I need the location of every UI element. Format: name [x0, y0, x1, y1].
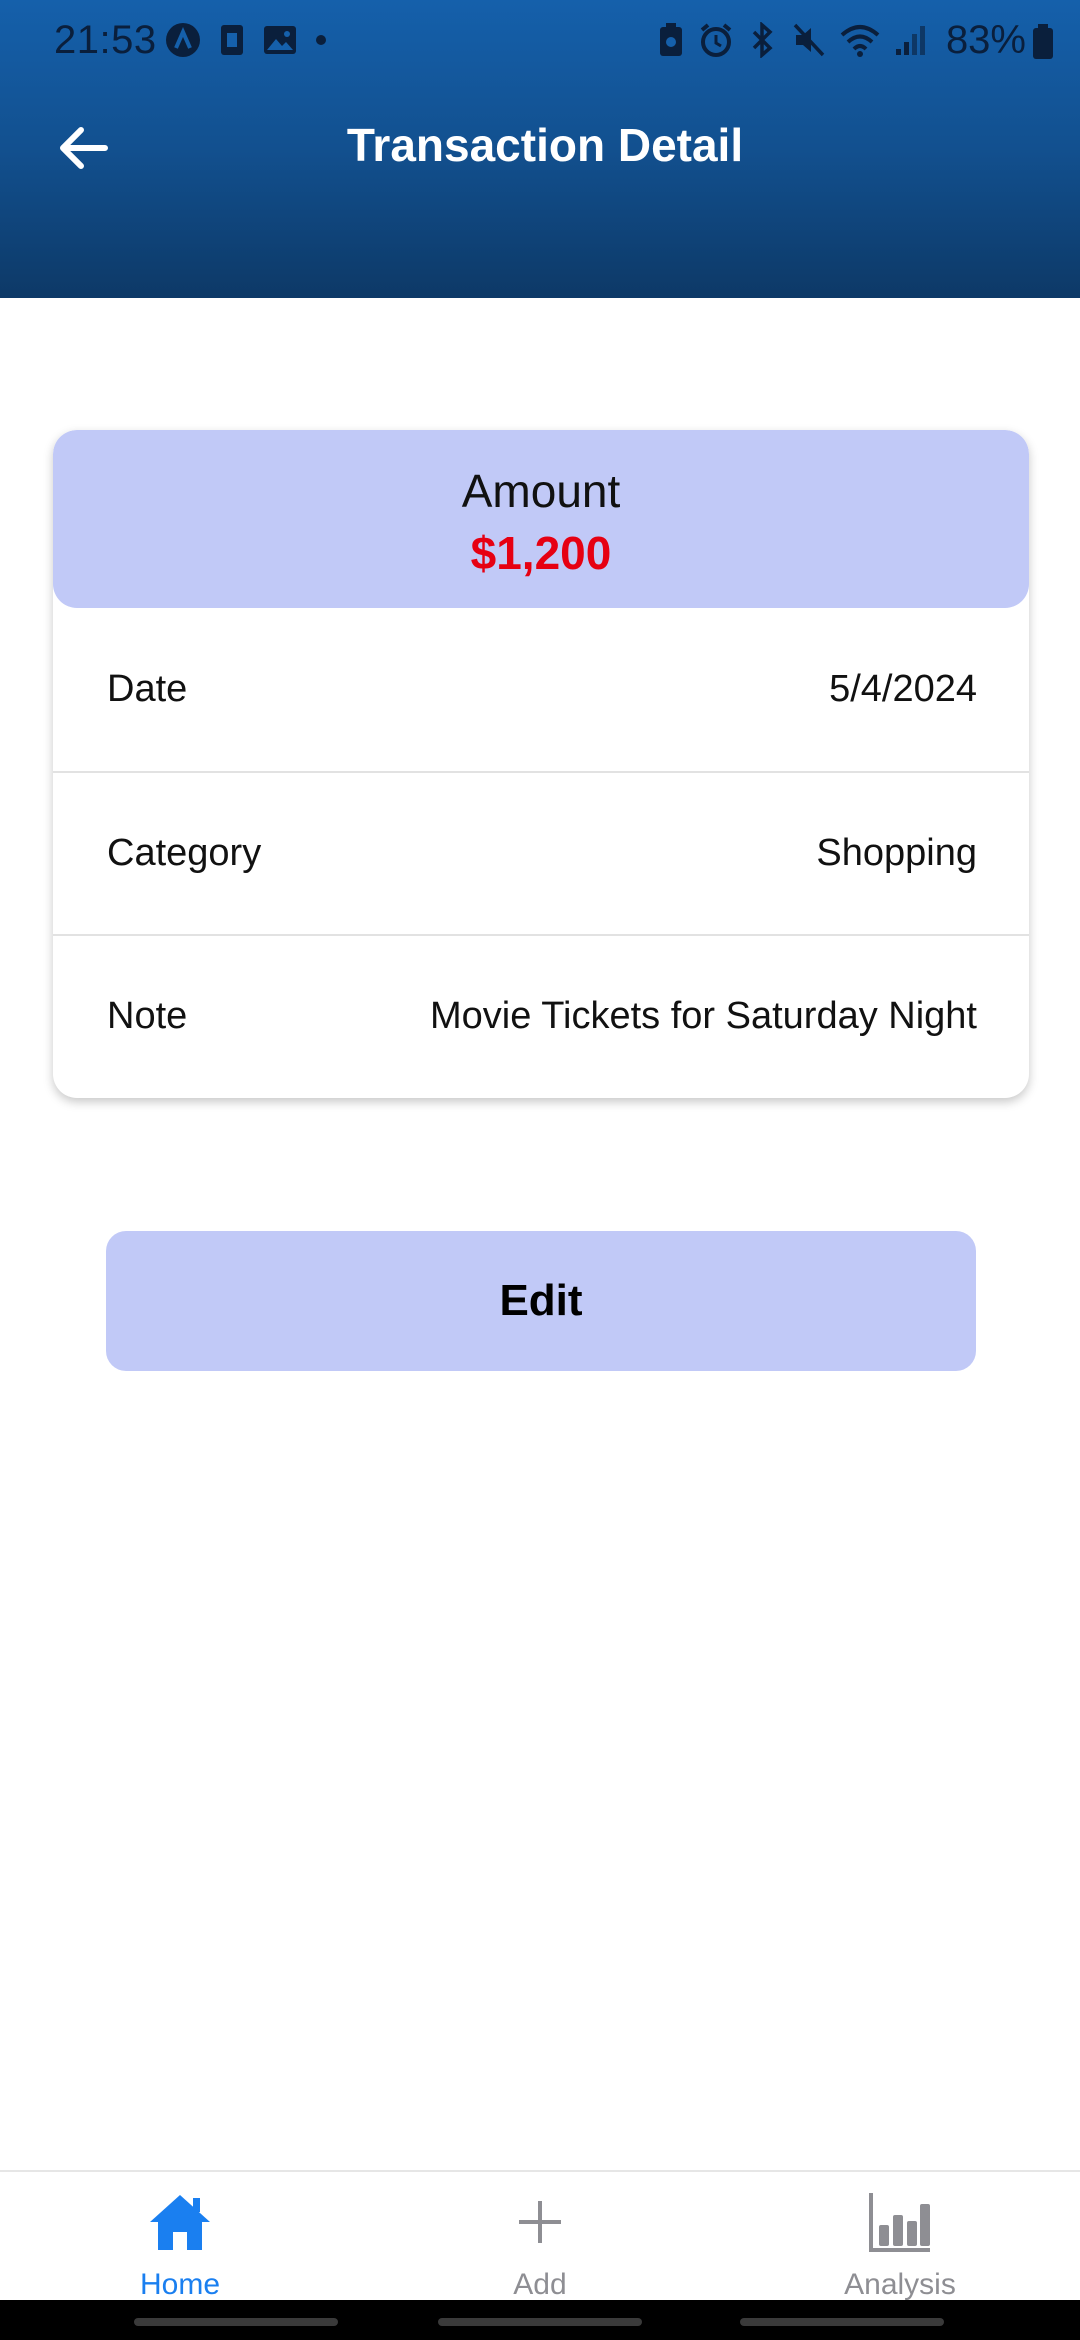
signal-icon — [896, 26, 925, 55]
plus-icon — [519, 2201, 561, 2243]
date-value: 5/4/2024 — [829, 668, 977, 710]
mute-icon — [793, 23, 825, 57]
status-system-icons — [658, 22, 928, 58]
gesture-handle[interactable] — [134, 2318, 338, 2326]
detail-row-date: Date 5/4/2024 — [53, 608, 1029, 770]
app-header: 21:53 83% Transaction Detail — [0, 0, 1080, 298]
battery-icon — [1033, 24, 1053, 59]
category-label: Category — [107, 832, 262, 874]
sim-card-icon — [221, 25, 243, 55]
date-label: Date — [107, 668, 188, 710]
amount-block: Amount $1,200 — [53, 430, 1029, 608]
detail-row-category: Category Shopping — [53, 772, 1029, 934]
home-icon — [150, 2195, 210, 2250]
nav-item-add[interactable]: Add — [390, 2172, 690, 2302]
status-bar: 21:53 83% — [0, 0, 1080, 82]
note-value: Movie Tickets for Saturday Night — [430, 995, 977, 1037]
system-gesture-bar — [0, 2300, 1080, 2340]
category-value: Shopping — [816, 832, 977, 874]
page-title: Transaction Detail — [346, 119, 744, 171]
battery-saver-icon — [660, 23, 682, 56]
bar-chart-icon — [869, 2193, 930, 2252]
dot-icon — [316, 35, 326, 45]
transaction-card: Amount $1,200 Date 5/4/2024 Category Sho… — [53, 430, 1029, 1098]
gesture-handle[interactable] — [740, 2318, 944, 2326]
status-notification-icons — [165, 22, 327, 58]
amount-label: Amount — [461, 465, 621, 517]
edit-button[interactable]: Edit — [106, 1231, 976, 1371]
nav-label-analysis: Analysis — [844, 2268, 956, 2301]
status-time: 21:53 — [54, 18, 157, 62]
detail-row-note: Note Movie Tickets for Saturday Night — [53, 935, 1029, 1097]
amount-value: $1,200 — [470, 527, 612, 579]
nav-label-home: Home — [139, 2268, 221, 2301]
nav-label-add: Add — [513, 2268, 567, 2301]
alarm-icon — [700, 23, 732, 57]
image-icon — [264, 26, 296, 54]
gesture-handle[interactable] — [438, 2318, 642, 2326]
wifi-icon — [840, 25, 880, 57]
nav-item-home[interactable]: Home — [30, 2172, 330, 2302]
bluetooth-icon — [752, 22, 773, 58]
bottom-nav: Home Add Analysis — [0, 2170, 1080, 2302]
nav-item-analysis[interactable]: Analysis — [750, 2172, 1050, 2302]
app-notification-icon — [166, 23, 200, 57]
battery-percentage: 83% — [945, 18, 1026, 62]
note-label: Note — [107, 995, 188, 1037]
